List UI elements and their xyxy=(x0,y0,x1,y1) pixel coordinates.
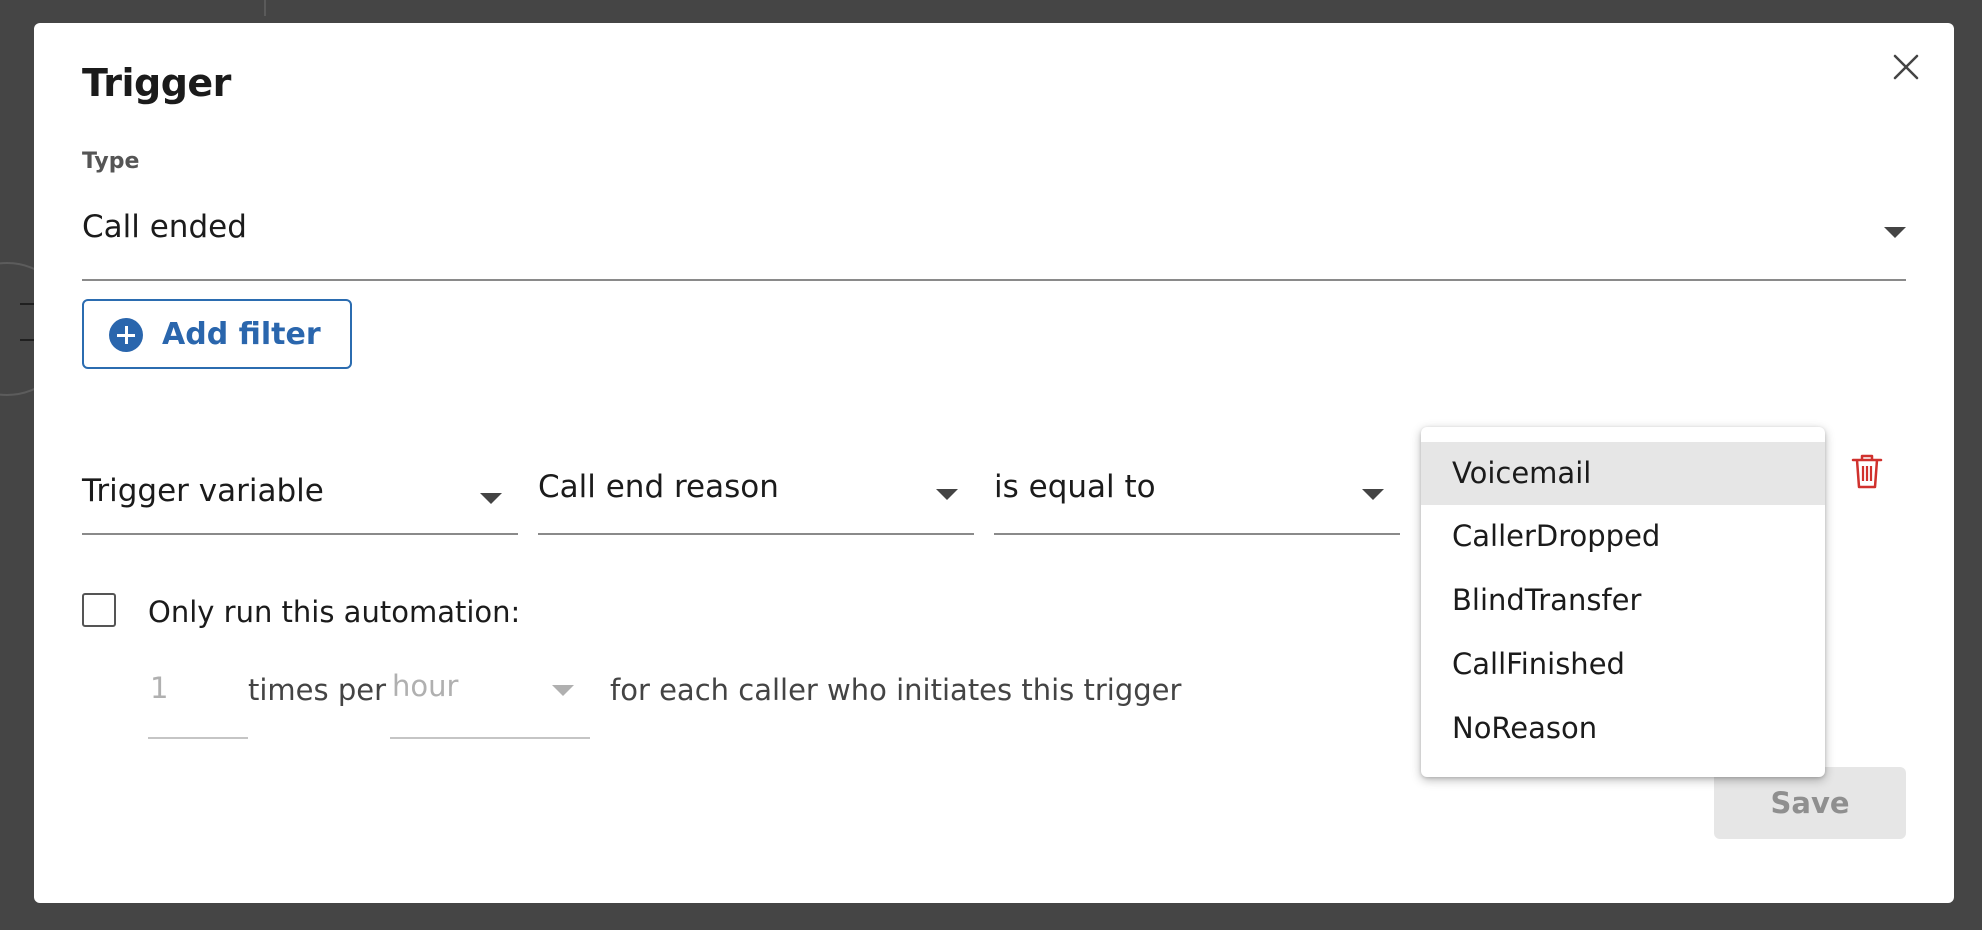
close-button[interactable] xyxy=(1886,47,1926,87)
filter-source-value: Trigger variable xyxy=(82,473,324,509)
option-label: CallFinished xyxy=(1452,647,1625,681)
trash-icon xyxy=(1851,454,1883,489)
value-dropdown-menu: Voicemail CallerDropped BlindTransfer Ca… xyxy=(1421,427,1825,777)
filter-source-select[interactable]: Trigger variable xyxy=(82,453,518,535)
option-label: BlindTransfer xyxy=(1452,583,1642,617)
caret-down-icon xyxy=(1884,227,1906,238)
plus-circle-icon xyxy=(109,318,143,352)
rate-limit-checkbox[interactable] xyxy=(82,593,116,627)
rate-period-select[interactable]: hour xyxy=(390,663,590,739)
option-label: NoReason xyxy=(1452,711,1598,745)
close-icon xyxy=(1893,54,1919,80)
dropdown-option[interactable]: BlindTransfer xyxy=(1421,569,1825,632)
type-select[interactable]: Call ended xyxy=(82,199,1906,281)
dropdown-option[interactable]: NoReason xyxy=(1421,697,1825,760)
option-label: Voicemail xyxy=(1452,456,1592,490)
rate-count-input[interactable]: 1 xyxy=(148,663,248,739)
background-connector xyxy=(264,0,266,16)
add-filter-button[interactable]: Add filter xyxy=(82,299,352,369)
caret-down-icon xyxy=(936,489,958,500)
caret-down-icon xyxy=(480,493,502,504)
caret-down-icon xyxy=(1362,489,1384,500)
filter-variable-select[interactable]: Call end reason xyxy=(538,453,974,535)
dropdown-option[interactable]: Voicemail xyxy=(1421,442,1825,505)
type-select-value: Call ended xyxy=(82,209,247,245)
filter-operator-select[interactable]: is equal to xyxy=(994,453,1400,535)
rate-limit-suffix: for each caller who initiates this trigg… xyxy=(610,673,1182,707)
save-button[interactable]: Save xyxy=(1714,767,1906,839)
filter-variable-value: Call end reason xyxy=(538,469,779,505)
filter-operator-value: is equal to xyxy=(994,469,1156,505)
type-label: Type xyxy=(82,149,140,174)
rate-limit-label: Only run this automation: xyxy=(148,595,521,629)
times-per-label: times per xyxy=(248,673,387,707)
caret-down-icon xyxy=(552,685,574,696)
dropdown-option[interactable]: CallerDropped xyxy=(1421,505,1825,568)
add-filter-label: Add filter xyxy=(162,317,321,352)
rate-count-value: 1 xyxy=(150,671,169,705)
dropdown-option[interactable]: CallFinished xyxy=(1421,633,1825,696)
save-button-label: Save xyxy=(1770,786,1850,820)
delete-filter-button[interactable] xyxy=(1849,451,1885,491)
rate-period-value: hour xyxy=(392,669,459,703)
option-label: CallerDropped xyxy=(1452,519,1661,553)
dialog-title: Trigger xyxy=(82,61,231,105)
